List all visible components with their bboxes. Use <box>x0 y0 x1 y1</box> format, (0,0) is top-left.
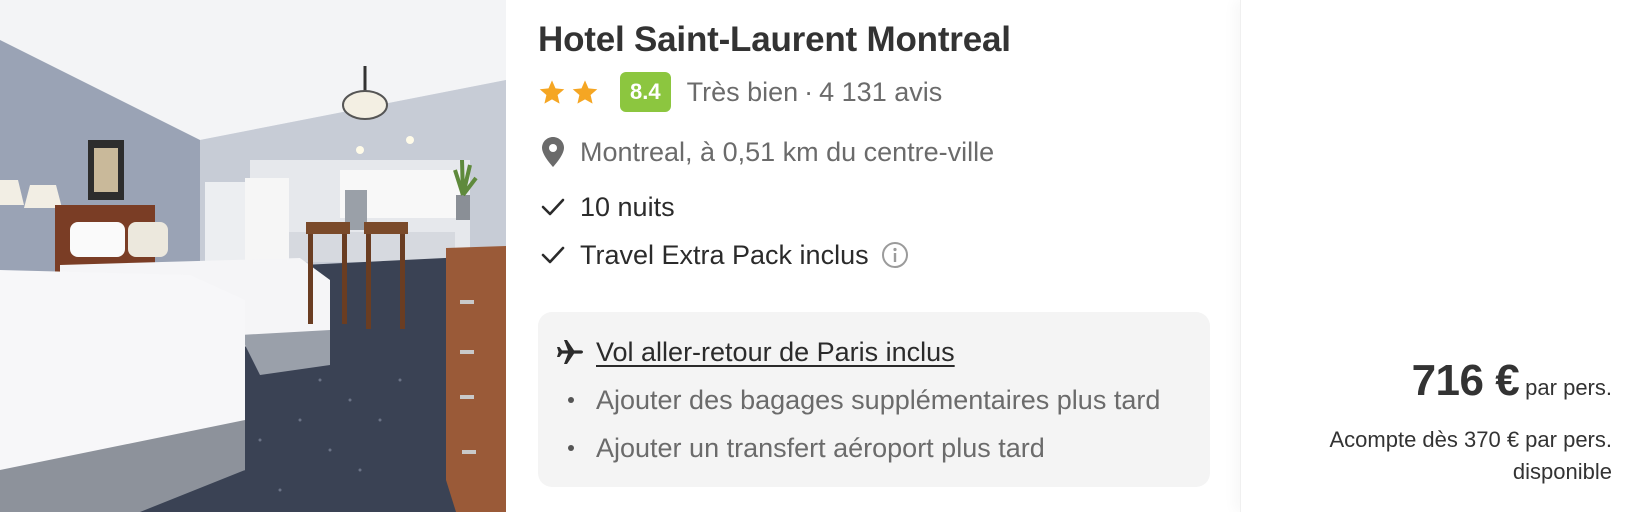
score-badge: 8.4 <box>620 72 671 112</box>
hotel-photo[interactable] <box>0 0 506 512</box>
hotel-name[interactable]: Hotel Saint-Laurent Montreal <box>538 18 1240 62</box>
flight-header: Vol aller-retour de Paris inclus <box>556 332 1192 372</box>
info-icon[interactable] <box>881 241 909 269</box>
location-row: Montreal, à 0,51 km du centre-ville <box>538 132 1240 172</box>
flight-info-box: Vol aller-retour de Paris inclus Ajouter… <box>538 312 1210 487</box>
rating-row: 8.4 Très bien · 4 131 avis <box>538 72 1240 112</box>
check-icon <box>541 246 565 264</box>
star-icon <box>539 80 565 104</box>
location-text: Montreal, à 0,51 km du centre-ville <box>580 136 995 167</box>
deposit-availability: disponible <box>1512 459 1612 484</box>
deposit-info: Acompte dès 370 € par pers. disponible <box>1252 424 1613 488</box>
flight-option-label: Ajouter des bagages supplémentaires plus… <box>596 384 1161 415</box>
feature-travel-extra-pack: Travel Extra Pack inclus <box>538 235 1240 275</box>
bullet <box>568 397 574 403</box>
star-icon <box>572 80 598 104</box>
price-line: 716 € par pers. <box>1412 356 1612 406</box>
feature-label: 10 nuits <box>580 191 675 222</box>
price-amount: 716 € <box>1411 356 1520 405</box>
price-unit: par pers. <box>1525 375 1612 400</box>
price-panel: 716 € par pers. Acompte dès 370 € par pe… <box>1240 0 1628 512</box>
flight-option-transfer: Ajouter un transfert aéroport plus tard <box>556 428 1192 468</box>
plane-icon <box>557 340 583 364</box>
room-illustration <box>0 0 506 512</box>
bullet <box>568 445 574 451</box>
rating-separator: · <box>804 76 814 107</box>
location-pin-icon <box>542 137 564 167</box>
flight-option-baggage: Ajouter des bagages supplémentaires plus… <box>556 380 1192 420</box>
score-label: Très bien <box>686 76 799 107</box>
deposit-line: Acompte dès 370 € par pers. <box>1329 427 1613 452</box>
hotel-offer-card[interactable]: Hotel Saint-Laurent Montreal 8.4 Très bi… <box>0 0 1628 512</box>
feature-nights: 10 nuits <box>538 187 1240 227</box>
review-count[interactable]: 4 131 avis <box>819 77 942 108</box>
flight-option-label: Ajouter un transfert aéroport plus tard <box>596 432 1045 463</box>
check-icon <box>541 198 565 216</box>
flight-details-link[interactable]: Vol aller-retour de Paris inclus <box>596 337 955 368</box>
feature-label: Travel Extra Pack inclus <box>580 239 869 270</box>
